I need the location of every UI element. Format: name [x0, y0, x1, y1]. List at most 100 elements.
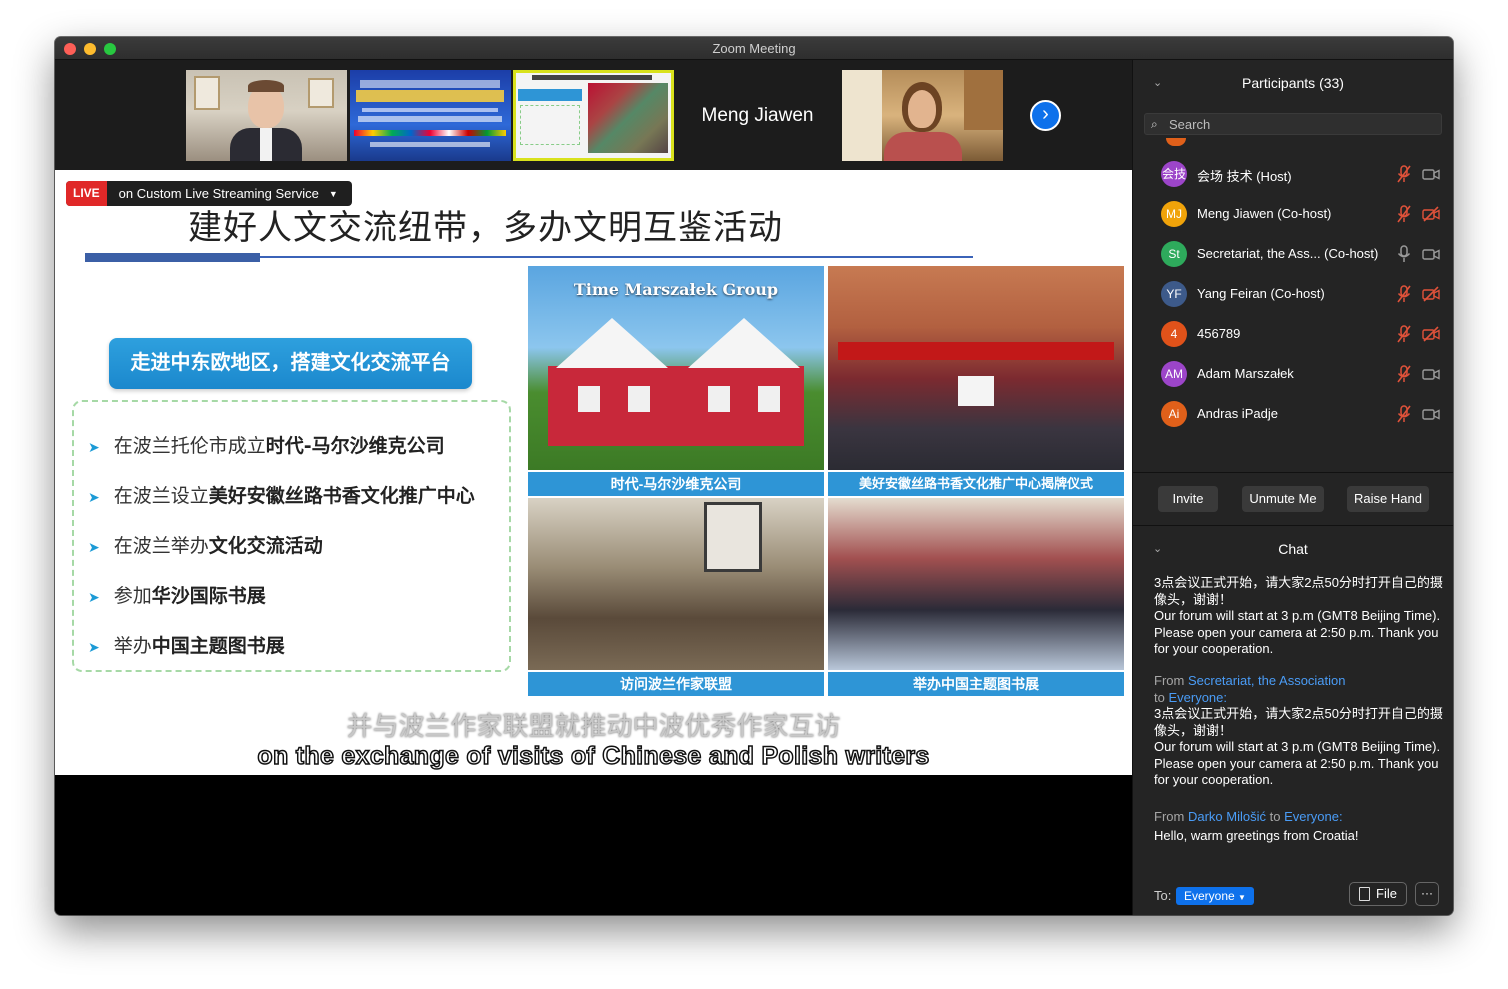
invite-button[interactable]: Invite [1158, 486, 1218, 512]
title-underline-accent [85, 253, 260, 262]
title-bar: Zoom Meeting [55, 37, 1453, 60]
divider [1133, 525, 1453, 526]
chat-message: 3点会议正式开始，请大家2点50分时打开自己的摄像头，谢谢！ Our forum… [1154, 575, 1446, 658]
live-stream-indicator[interactable]: LIVE on Custom Live Streaming Service ▼ [66, 181, 352, 206]
slide-bullet: ➤ 在波兰托伦市成立时代-马尔沙维克公司 [88, 435, 445, 457]
photo-caption: 时代-马尔沙维克公司 [528, 472, 824, 496]
muted-mic-icon[interactable] [1396, 285, 1412, 303]
chat-meta: From Darko Milošić to Everyone: [1154, 809, 1343, 824]
sender-link[interactable]: Secretariat, the Association [1188, 673, 1346, 688]
photo-plaque-ceremony [828, 266, 1124, 470]
file-button[interactable]: File [1349, 882, 1407, 906]
photo-caption: 访问波兰作家联盟 [528, 672, 824, 696]
next-page-button[interactable]: › [1030, 100, 1061, 131]
slide-bullet: ➤ 在波兰举办文化交流活动 [88, 535, 323, 557]
slide-banner: 走进中东欧地区，搭建文化交流平台 [109, 338, 472, 389]
chat-text: Hello, warm greetings from Croatia! [1154, 827, 1359, 843]
video-tile-poster[interactable] [350, 70, 511, 161]
file-icon [1359, 887, 1370, 901]
slide-bullet: ➤ 在波兰设立美好安徽丝路书香文化推广中心 [88, 485, 475, 507]
video-tile-woman[interactable] [842, 70, 1003, 161]
video-tile-name-only[interactable]: Meng Jiawen [677, 70, 838, 161]
caret-down-icon: ▼ [1238, 893, 1246, 902]
participant-row[interactable]: YF Yang Feiran (Co-host) [1133, 274, 1453, 314]
muted-mic-icon[interactable] [1396, 365, 1412, 383]
bullet-arrow-icon: ➤ [88, 590, 100, 606]
chat-text-cn: 3点会议正式开始，请大家2点50分时打开自己的摄像头，谢谢！ [1154, 706, 1443, 738]
participants-search[interactable]: ⌕ [1144, 113, 1442, 135]
recipient-link[interactable]: Everyone: [1168, 690, 1227, 705]
video-icon[interactable] [1422, 166, 1440, 182]
search-icon: ⌕ [1151, 117, 1158, 131]
video-off-icon[interactable] [1422, 326, 1440, 342]
participant-name: Meng Jiawen (Co-host) [1197, 206, 1332, 221]
slide-bullet: ➤ 参加华沙国际书展 [88, 585, 266, 607]
sender-link[interactable]: Darko Milošić [1188, 809, 1266, 824]
photo-writers-union [528, 498, 824, 670]
muted-mic-icon[interactable] [1396, 205, 1412, 223]
video-tile-man[interactable] [186, 70, 347, 161]
chat-text-cn: 3点会议正式开始，请大家2点50分时打开自己的摄像头，谢谢！ [1154, 575, 1443, 607]
avatar: MJ [1161, 201, 1187, 227]
participant-row[interactable]: AM Adam Marszałek [1133, 354, 1453, 394]
slide-title: 建好人文交流纽带，多办文明互鉴活动 [188, 208, 783, 248]
avatar: Ai [1161, 401, 1187, 427]
mic-icon[interactable] [1396, 245, 1412, 263]
participant-name: 456789 [1197, 326, 1241, 341]
participant-row[interactable]: 会技 会场 技术 (Host) [1133, 154, 1453, 194]
video-gallery-strip: Meng Jiawen › [55, 60, 1132, 170]
bullet-arrow-icon: ➤ [88, 490, 100, 506]
photo-sign-text: Time Marszałek Group [573, 280, 779, 299]
to-label: To: [1154, 888, 1172, 903]
recipient-link[interactable]: Everyone: [1284, 809, 1343, 824]
participant-row[interactable]: MJ Meng Jiawen (Co-host) [1133, 194, 1453, 234]
chat-message: From Darko Milošić to Everyone: Hello, w… [1154, 809, 1446, 844]
video-icon[interactable] [1422, 406, 1440, 422]
video-tile-slide-preview[interactable] [513, 70, 674, 161]
caret-down-icon[interactable]: ▼ [329, 189, 338, 199]
participant-row[interactable]: Ai Andras iPadje [1133, 394, 1453, 434]
bullet-arrow-icon: ➤ [88, 440, 100, 456]
video-off-icon[interactable] [1422, 206, 1440, 222]
recipient-select[interactable]: Everyone ▼ [1176, 887, 1254, 905]
share-letterbox [55, 775, 1132, 915]
bullet-arrow-icon: ➤ [88, 540, 100, 556]
chat-message: From Secretariat, the Association to Eve… [1154, 673, 1446, 789]
raise-hand-button[interactable]: Raise Hand [1347, 486, 1429, 512]
chat-text-en: Our forum will start at 3 p.m (GMT8 Beij… [1154, 608, 1441, 656]
avatar-partial [1166, 138, 1186, 146]
photo-caption: 举办中国主题图书展 [828, 672, 1124, 696]
avatar: YF [1161, 281, 1187, 307]
participant-name: Andras iPadje [1197, 406, 1278, 421]
muted-mic-icon[interactable] [1396, 405, 1412, 423]
bullet-arrow-icon: ➤ [88, 640, 100, 656]
muted-mic-icon[interactable] [1396, 325, 1412, 343]
unmute-me-button[interactable]: Unmute Me [1242, 486, 1324, 512]
live-stream-label: on Custom Live Streaming Service [118, 186, 319, 201]
divider [1133, 472, 1453, 473]
muted-mic-icon[interactable] [1396, 165, 1412, 183]
video-icon[interactable] [1422, 246, 1440, 262]
window-title: Zoom Meeting [712, 41, 796, 56]
photo-caption: 美好安徽丝路书香文化推广中心揭牌仪式 [828, 472, 1124, 496]
participant-row[interactable]: St Secretariat, the Ass... (Co-host) [1133, 234, 1453, 274]
avatar: St [1161, 241, 1187, 267]
participant-name: Adam Marszałek [1197, 366, 1294, 381]
chat-meta: From Secretariat, the Association to Eve… [1154, 673, 1346, 705]
chevron-down-icon[interactable]: ⌄ [1153, 528, 1162, 570]
photo-book-fair [828, 498, 1124, 670]
more-options-button[interactable]: ··· [1415, 882, 1439, 906]
participant-name: Yang Feiran (Co-host) [1197, 286, 1325, 301]
subtitle-chinese: 并与波兰作家联盟就推动中波优秀作家互访 [346, 712, 841, 742]
video-icon[interactable] [1422, 366, 1440, 382]
photo-company-building: Time Marszałek Group [528, 266, 824, 470]
search-input[interactable] [1169, 116, 1429, 132]
avatar: AM [1161, 361, 1187, 387]
shared-screen: 建好人文交流纽带，多办文明互鉴活动 走进中东欧地区，搭建文化交流平台 ➤ 在波兰托… [55, 170, 1132, 775]
participant-name: 会场 技术 (Host) [1197, 169, 1292, 184]
participants-header: ⌄ Participants (33) [1133, 62, 1453, 104]
participant-row[interactable]: 4 456789 [1133, 314, 1453, 354]
chevron-down-icon[interactable]: ⌄ [1153, 62, 1162, 104]
avatar: 会技 [1161, 161, 1187, 187]
video-off-icon[interactable] [1422, 286, 1440, 302]
